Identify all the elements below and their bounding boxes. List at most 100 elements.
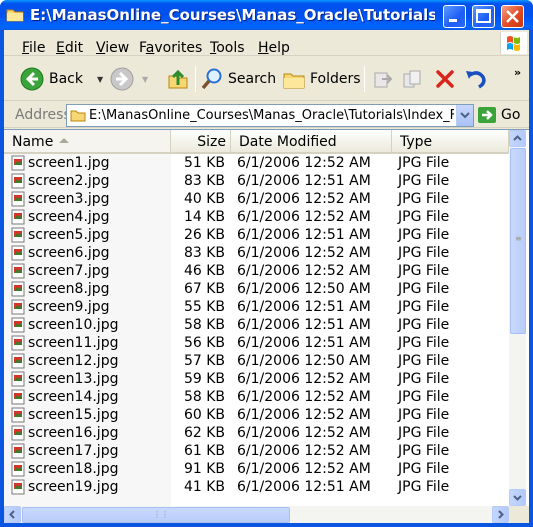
back-dropdown-arrow-icon[interactable]: ▼ — [97, 75, 103, 84]
scroll-down-button[interactable] — [509, 489, 526, 506]
file-row[interactable]: screen7.jpg 46 KB 6/1/2006 12:52 AM JPG Fil… — [4, 262, 509, 280]
file-name: screen17.jpg — [28, 443, 119, 459]
file-row[interactable]: screen18.jpg 91 KB 6/1/2006 12:52 AM JPG Fi… — [4, 460, 509, 478]
jpg-file-icon — [10, 173, 26, 189]
file-row[interactable]: screen13.jpg 59 KB 6/1/2006 12:52 AM JPG Fi… — [4, 370, 509, 388]
file-name: screen6.jpg — [28, 245, 110, 261]
folders-icon — [283, 73, 305, 89]
file-name: screen8.jpg — [28, 281, 110, 297]
menu-edit[interactable]: Edit — [56, 30, 83, 56]
file-row[interactable]: screen12.jpg 57 KB 6/1/2006 12:50 AM JPG Fi… — [4, 352, 509, 370]
explorer-window: E:\ManasOnline_Courses\Manas_Oracle\Tuto… — [0, 0, 533, 527]
jpg-file-icon — [10, 209, 26, 225]
file-row[interactable]: screen8.jpg 67 KB 6/1/2006 12:50 AM JPG Fil… — [4, 280, 509, 298]
move-to-icon — [374, 72, 393, 88]
file-size: 51 KB — [183, 155, 225, 171]
column-header-date-modified[interactable]: Date Modified — [231, 130, 392, 152]
up-folder-button[interactable] — [167, 64, 189, 94]
menu-view[interactable]: View — [96, 30, 129, 56]
file-row[interactable]: screen5.jpg 26 KB 6/1/2006 12:51 AM JPG Fil… — [4, 226, 509, 244]
jpg-file-icon — [10, 461, 26, 477]
column-header-type[interactable]: Type — [392, 130, 509, 152]
file-row[interactable]: screen4.jpg 14 KB 6/1/2006 12:52 AM JPG Fil… — [4, 208, 509, 226]
vertical-scroll-thumb[interactable]: ≡ — [510, 148, 526, 334]
go-button[interactable]: Go — [477, 106, 520, 124]
search-label: Search — [228, 71, 277, 87]
vertical-scrollbar[interactable]: ≡ — [509, 130, 526, 506]
file-row[interactable]: screen17.jpg 61 KB 6/1/2006 12:52 AM JPG Fi… — [4, 442, 509, 460]
address-bar: Address E:\ManasOnline_Courses\Manas_Ora… — [4, 102, 529, 128]
scroll-left-button[interactable] — [4, 506, 21, 523]
column-header-bar: Name Size Date Modified Type — [4, 130, 509, 154]
chevron-left-icon — [9, 510, 15, 519]
forward-button[interactable]: ▼ — [110, 64, 148, 94]
file-row[interactable]: screen1.jpg 51 KB 6/1/2006 12:52 AM JPG Fil… — [4, 154, 509, 172]
address-input[interactable]: E:\ManasOnline_Courses\Manas_Oracle\Tuto… — [66, 104, 474, 127]
menu-help[interactable]: Help — [258, 30, 290, 56]
folder-icon — [70, 110, 86, 122]
menu-file[interactable]: File — [22, 30, 45, 56]
horizontal-scroll-thumb[interactable]: ⋮⋮ — [22, 507, 290, 523]
file-row[interactable]: screen2.jpg 83 KB 6/1/2006 12:51 AM JPG Fil… — [4, 172, 509, 190]
file-type: JPG File — [398, 335, 450, 351]
file-date-modified: 6/1/2006 12:51 AM — [237, 173, 371, 189]
file-date-modified: 6/1/2006 12:52 AM — [237, 245, 371, 261]
jpg-file-icon — [10, 245, 26, 261]
file-row[interactable]: screen16.jpg 62 KB 6/1/2006 12:52 AM JPG Fi… — [4, 424, 509, 442]
window-title: E:\ManasOnline_Courses\Manas_Oracle\Tuto… — [30, 6, 435, 24]
toolbar-overflow-chevron-icon[interactable]: » — [514, 57, 521, 87]
horizontal-scrollbar[interactable]: ⋮⋮ — [4, 506, 509, 523]
chevron-up-icon — [513, 135, 522, 141]
jpg-file-icon — [10, 389, 26, 405]
file-row[interactable]: screen10.jpg 58 KB 6/1/2006 12:51 AM JPG Fi… — [4, 316, 509, 334]
toolbar-separator — [364, 66, 365, 92]
up-folder-icon — [168, 69, 188, 89]
file-row[interactable]: screen14.jpg 58 KB 6/1/2006 12:52 AM JPG Fi… — [4, 388, 509, 406]
file-row[interactable]: screen9.jpg 55 KB 6/1/2006 12:51 AM JPG Fil… — [4, 298, 509, 316]
file-name: screen3.jpg — [28, 191, 110, 207]
back-button[interactable]: Back ▼ — [20, 64, 103, 94]
file-row[interactable]: screen11.jpg 56 KB 6/1/2006 12:51 AM JPG Fi… — [4, 334, 509, 352]
move-to-button[interactable] — [372, 64, 394, 94]
jpg-file-icon — [10, 407, 26, 423]
file-row[interactable]: screen3.jpg 40 KB 6/1/2006 12:52 AM JPG Fil… — [4, 190, 509, 208]
title-bar[interactable]: E:\ManasOnline_Courses\Manas_Oracle\Tuto… — [0, 0, 533, 30]
file-date-modified: 6/1/2006 12:52 AM — [237, 155, 371, 171]
maximize-icon — [476, 9, 491, 23]
copy-to-button[interactable] — [402, 64, 424, 94]
folders-button[interactable]: Folders — [282, 64, 361, 94]
undo-icon — [466, 71, 486, 89]
file-date-modified: 6/1/2006 12:52 AM — [237, 461, 371, 477]
menu-tools[interactable]: Tools — [210, 30, 245, 56]
forward-dropdown-arrow-icon[interactable]: ▼ — [142, 75, 148, 84]
file-size: 40 KB — [183, 191, 225, 207]
jpg-file-icon — [10, 155, 26, 171]
file-row[interactable]: screen15.jpg 60 KB 6/1/2006 12:52 AM JPG Fi… — [4, 406, 509, 424]
resize-grip[interactable] — [509, 506, 529, 523]
file-name: screen16.jpg — [28, 425, 119, 441]
file-list-view[interactable]: Name Size Date Modified Type screen1.jpg… — [4, 129, 529, 523]
column-header-size[interactable]: Size — [171, 130, 231, 152]
minimize-button[interactable] — [443, 5, 466, 28]
file-size: 67 KB — [183, 281, 225, 297]
column-header-name[interactable]: Name — [4, 130, 171, 152]
file-size: 55 KB — [183, 299, 225, 315]
jpg-file-icon — [10, 281, 26, 297]
maximize-button[interactable] — [472, 5, 495, 28]
file-size: 26 KB — [183, 227, 225, 243]
file-date-modified: 6/1/2006 12:51 AM — [237, 479, 371, 495]
delete-button[interactable] — [434, 64, 456, 94]
go-arrow-icon — [478, 107, 496, 123]
scroll-right-button[interactable] — [492, 506, 509, 523]
scroll-up-button[interactable] — [509, 130, 526, 147]
search-button[interactable]: Search — [200, 64, 276, 94]
file-type: JPG File — [398, 461, 450, 477]
sort-ascending-icon — [59, 138, 69, 143]
address-dropdown-button[interactable] — [456, 105, 473, 126]
menu-favorites[interactable]: Favorites — [139, 30, 202, 56]
file-row[interactable]: screen6.jpg 83 KB 6/1/2006 12:52 AM JPG Fil… — [4, 244, 509, 262]
file-row[interactable]: screen19.jpg 41 KB 6/1/2006 12:51 AM JPG Fi… — [4, 478, 509, 496]
close-button[interactable] — [501, 5, 524, 28]
jpg-file-icon — [10, 479, 26, 495]
undo-button[interactable] — [464, 64, 488, 94]
